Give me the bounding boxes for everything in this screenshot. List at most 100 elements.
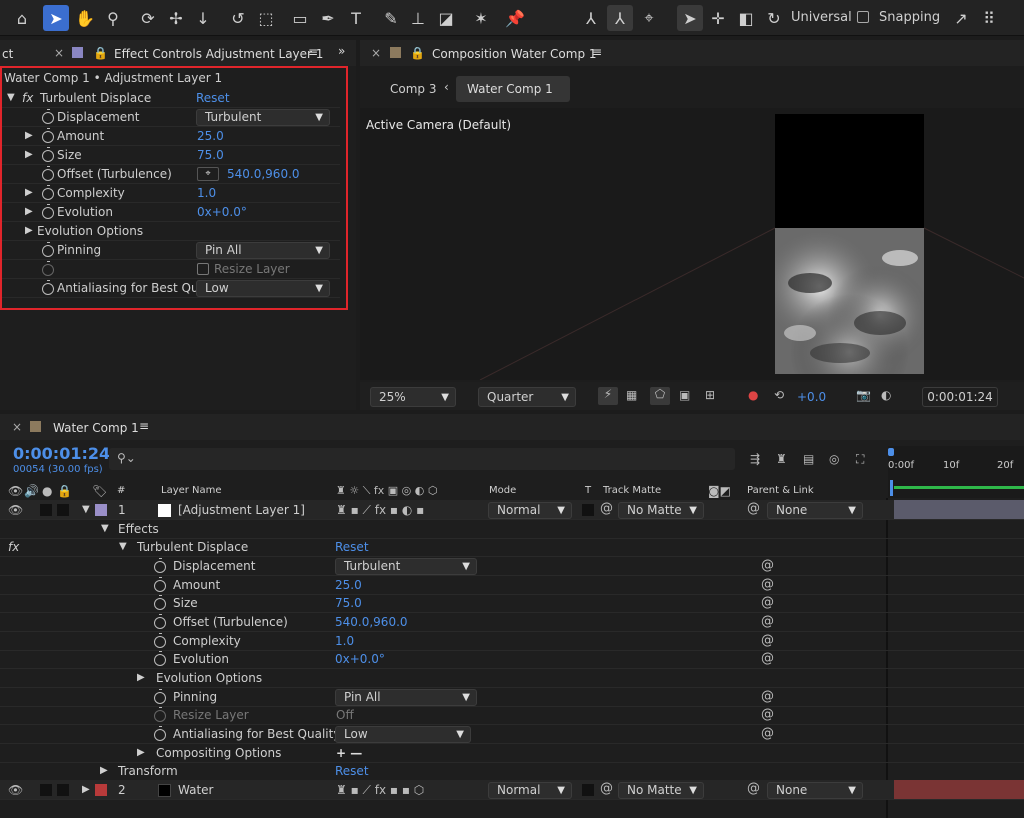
draft-3d-icon[interactable]: ♜ xyxy=(776,452,787,466)
axis-world-icon[interactable]: ⅄ xyxy=(607,5,633,31)
expression-pickwhip-icon[interactable]: @ xyxy=(761,651,774,666)
pinning-dropdown[interactable]: Pin All ▼ xyxy=(335,689,477,706)
stopwatch-icon[interactable] xyxy=(154,558,166,573)
time-ruler[interactable]: 0:00f 10f 20f xyxy=(888,446,1024,498)
breadcrumb-current[interactable]: Water Comp 1 xyxy=(456,76,570,102)
layer-bar-2[interactable] xyxy=(894,780,1024,799)
layer-switches[interactable]: ♜ ▪ ⟋ fx ▪ ◐ ▪ xyxy=(336,503,424,518)
expand-icon[interactable]: ▶ xyxy=(137,747,145,758)
layer-name[interactable]: [Adjustment Layer 1] xyxy=(178,503,305,517)
orbit-camera-icon[interactable]: ⟳ xyxy=(135,5,161,31)
layer-switches[interactable]: ♜ ▪ ⟋ fx ▪ ▪ ⬡ xyxy=(336,783,424,798)
layer-row-2[interactable]: 👁 ▶ 2 Water ♜ ▪ ⟋ fx ▪ ▪ ⬡ Normal ▼ @ No … xyxy=(0,780,1024,800)
expand-icon[interactable]: ▶ xyxy=(137,672,145,683)
preserve-transparency-box[interactable] xyxy=(582,504,594,516)
parent-dropdown[interactable]: None ▼ xyxy=(767,502,863,519)
solo-box[interactable] xyxy=(40,784,52,796)
label-color[interactable] xyxy=(95,784,107,796)
move-gizmo-icon[interactable]: ✛ xyxy=(705,5,731,31)
region-of-interest-icon[interactable]: ▣ xyxy=(679,388,690,402)
expression-pickwhip-icon[interactable]: @ xyxy=(761,707,774,722)
resize-layer-value[interactable]: Off xyxy=(336,708,354,722)
home-icon[interactable]: ⌂ xyxy=(9,5,35,31)
roto-brush-icon[interactable]: ✶ xyxy=(468,5,494,31)
expand-icon[interactable]: ▶ xyxy=(100,765,108,776)
lock-icon[interactable]: 🔒 xyxy=(410,46,425,60)
current-time[interactable]: 0:00:01:24 xyxy=(13,444,110,463)
composition-mini-flowchart-icon[interactable]: ⇶ xyxy=(750,452,760,466)
work-area-start[interactable] xyxy=(888,448,894,456)
lock-icon[interactable]: 🔒 xyxy=(93,46,108,60)
expression-pickwhip-icon[interactable]: @ xyxy=(761,614,774,629)
mode-dropdown[interactable]: Normal ▼ xyxy=(488,502,572,519)
timeline-tab[interactable]: Water Comp 1 xyxy=(53,421,139,435)
antialiasing-dropdown[interactable]: Low ▼ xyxy=(335,726,471,743)
search-input[interactable]: ⚲⌄ xyxy=(109,448,735,470)
lock-icon[interactable]: 🔒 xyxy=(57,484,72,498)
parent-dropdown[interactable]: None ▼ xyxy=(767,782,863,799)
project-tab[interactable]: ct xyxy=(2,47,13,61)
viewer[interactable]: Active Camera (Default) xyxy=(360,108,1024,380)
expression-pickwhip-icon[interactable]: @ xyxy=(761,633,774,648)
expression-pickwhip-icon[interactable]: @ xyxy=(761,689,774,704)
puppet-pin-icon[interactable]: 📌 xyxy=(502,5,528,31)
stopwatch-icon[interactable] xyxy=(154,577,166,592)
track-matte-dropdown[interactable]: No Matte ▼ xyxy=(618,782,704,799)
reset-exposure-icon[interactable]: ⟲ xyxy=(774,388,784,402)
parent-pickwhip-icon[interactable]: @ xyxy=(747,781,760,796)
extended-viewer-icon[interactable]: ➤ xyxy=(677,5,703,31)
stopwatch-icon[interactable] xyxy=(154,689,166,704)
visibility-eye-icon[interactable]: 👁 xyxy=(8,503,23,517)
collapse-icon[interactable]: ▼ xyxy=(101,523,109,534)
displacement-dropdown[interactable]: Turbulent ▼ xyxy=(335,558,477,575)
close-tab-icon[interactable]: × xyxy=(371,46,381,60)
expand-panels-icon[interactable]: » xyxy=(338,44,345,58)
collapse-icon[interactable]: ▼ xyxy=(119,541,127,552)
hand-tool-icon[interactable]: ✋ xyxy=(72,5,98,31)
axis-local-icon[interactable]: ⅄ xyxy=(578,5,604,31)
add-remove-mask-buttons[interactable]: + — xyxy=(336,746,362,760)
fx-icon[interactable]: fx xyxy=(8,540,19,554)
pickwhip-icon[interactable]: @ xyxy=(600,781,613,796)
label-icon[interactable]: 🏷 xyxy=(92,484,107,498)
collapse-icon[interactable]: ▼ xyxy=(82,504,90,515)
eraser-tool-icon[interactable]: ◪ xyxy=(433,5,459,31)
pan-camera-icon[interactable]: ✢ xyxy=(163,5,189,31)
mode-dropdown[interactable]: Normal ▼ xyxy=(488,782,572,799)
rotation-tool-icon[interactable]: ↺ xyxy=(225,5,251,31)
transform-reset-link[interactable]: Reset xyxy=(335,764,369,778)
dolly-camera-icon[interactable]: ↓ xyxy=(190,5,216,31)
layer-row-1[interactable]: 👁 ▼ 1 [Adjustment Layer 1] ♜ ▪ ⟋ fx ▪ ◐ … xyxy=(0,500,1024,520)
solo-icon[interactable]: ● xyxy=(42,484,52,498)
resolution-dropdown[interactable]: Quarter ▼ xyxy=(478,387,576,407)
solo-box[interactable] xyxy=(40,504,52,516)
stopwatch-icon[interactable] xyxy=(154,614,166,629)
expression-pickwhip-icon[interactable]: @ xyxy=(761,595,774,610)
scale-gizmo-icon[interactable]: ◧ xyxy=(733,5,759,31)
label-color[interactable] xyxy=(95,504,107,516)
transparency-grid-icon[interactable]: ▦ xyxy=(626,388,637,402)
brush-tool-icon[interactable]: ✎ xyxy=(378,5,404,31)
snap-grid-icon[interactable]: ⠿ xyxy=(976,5,1002,31)
audio-icon[interactable]: 🔊 xyxy=(24,484,39,498)
exposure-value[interactable]: +0.0 xyxy=(797,390,826,404)
work-area-bar[interactable] xyxy=(894,486,1024,489)
panel-menu-icon[interactable]: ≡ xyxy=(139,419,149,433)
eye-icon[interactable]: 👁 xyxy=(8,484,23,498)
pen-tool-icon[interactable]: ✒ xyxy=(315,5,341,31)
size-value[interactable]: 75.0 xyxy=(335,596,362,610)
snapshot-icon[interactable]: 📷 xyxy=(856,388,871,402)
axis-view-icon[interactable]: ⌖ xyxy=(636,5,662,31)
stopwatch-icon[interactable] xyxy=(154,633,166,648)
track-matte-dropdown[interactable]: No Matte ▼ xyxy=(618,502,704,519)
composition-tab[interactable]: Composition Water Comp 1 xyxy=(432,47,597,61)
col-layer-name[interactable]: Layer Name xyxy=(161,485,222,496)
close-tab-icon[interactable]: × xyxy=(12,420,22,434)
complexity-value[interactable]: 1.0 xyxy=(335,634,354,648)
panel-menu-icon[interactable]: ≡ xyxy=(308,45,318,59)
graph-editor-icon[interactable]: ⛶ xyxy=(856,452,864,467)
layer-name[interactable]: Water xyxy=(178,783,213,797)
lock-box[interactable] xyxy=(57,784,69,796)
type-tool-icon[interactable]: T xyxy=(343,5,369,31)
rotate-gizmo-icon[interactable]: ↻ xyxy=(761,5,787,31)
